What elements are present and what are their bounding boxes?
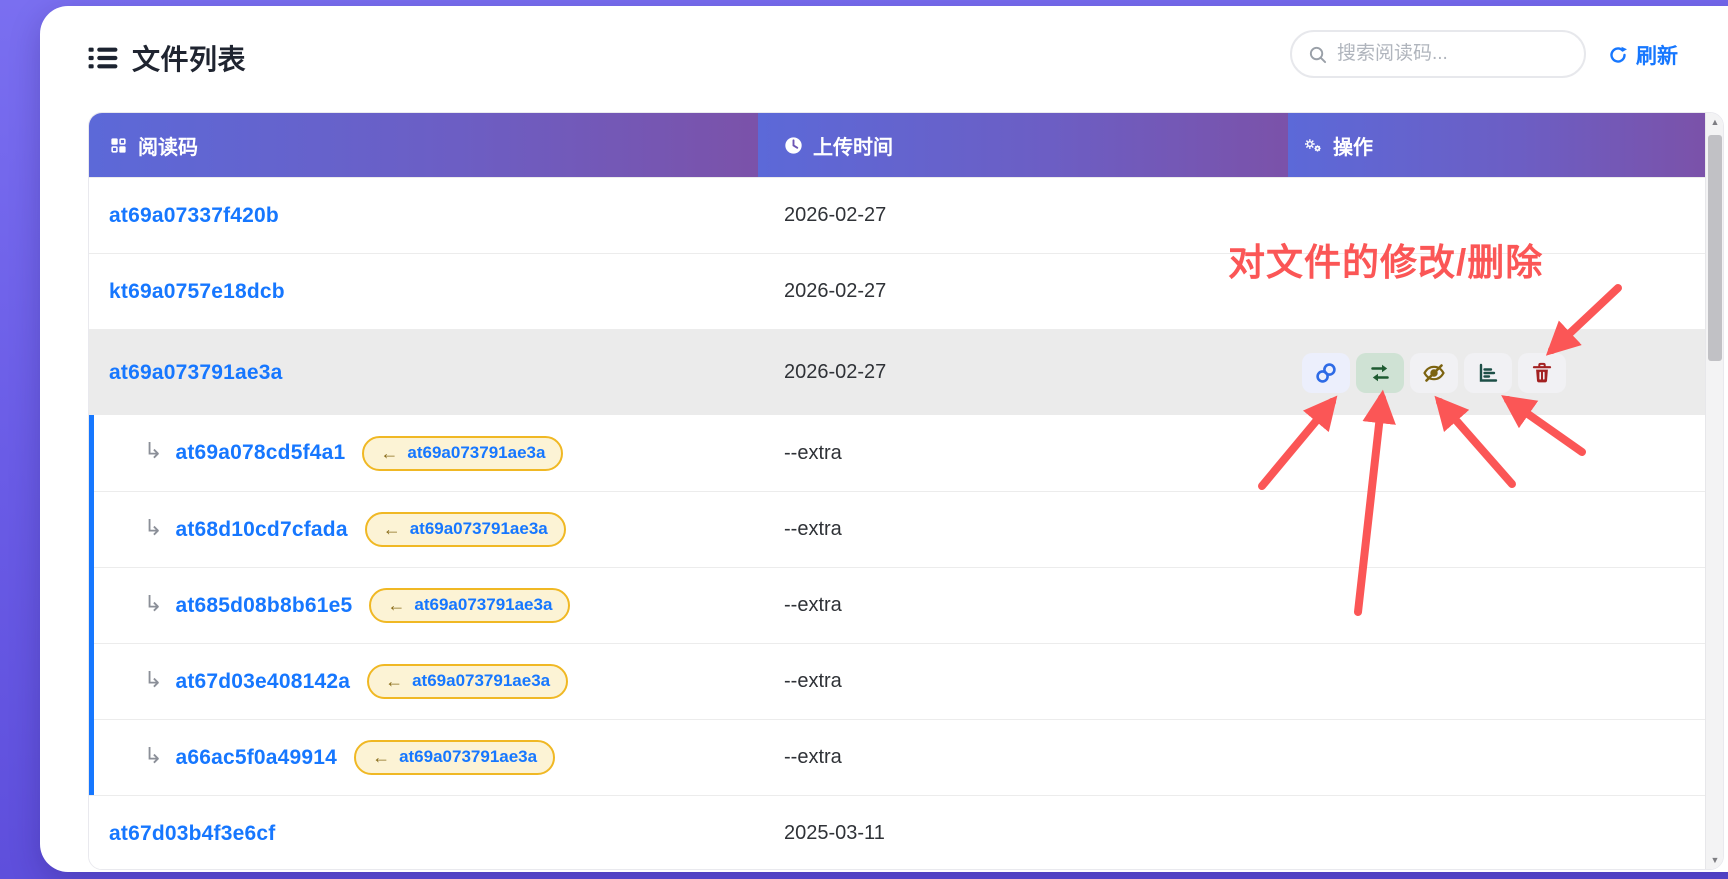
back-arrow-icon: ←: [372, 748, 390, 766]
swap-action-button[interactable]: [1356, 353, 1404, 393]
table-row-child[interactable]: ↳ at685d08b8b61e5 ← at69a073791ae3a --ex…: [94, 567, 1705, 643]
stats-action-button[interactable]: [1464, 353, 1512, 393]
search-box: [1290, 30, 1586, 78]
back-arrow-icon: ←: [387, 596, 405, 614]
search-icon: [1308, 45, 1327, 64]
child-arrow-icon: ↳: [144, 440, 162, 462]
reading-code-link[interactable]: at68d10cd7cfada: [175, 518, 347, 542]
table-row-parent-highlighted[interactable]: at69a073791ae3a 2026-02-27: [89, 329, 1705, 415]
link-icon: [1314, 361, 1338, 385]
table-row-child[interactable]: ↳ at67d03e408142a ← at69a073791ae3a --ex…: [94, 643, 1705, 719]
parent-code-badge: ← at69a073791ae3a: [369, 588, 570, 623]
upload-time: 2026-02-27: [758, 204, 1288, 227]
file-table: 阅读码 上传时间 操作: [88, 112, 1724, 870]
upload-time: --extra: [758, 442, 1288, 465]
scroll-down-arrow[interactable]: ▼: [1706, 851, 1724, 869]
annotation-text: 对文件的修改/删除: [1228, 232, 1543, 286]
parent-code: at69a073791ae3a: [410, 519, 548, 539]
table-row-child[interactable]: ↳ a66ac5f0a49914 ← at69a073791ae3a --ext…: [94, 719, 1705, 795]
swap-arrows-icon: [1368, 361, 1392, 385]
parent-code-badge: ← at69a073791ae3a: [362, 436, 563, 471]
reading-code-link[interactable]: at69a07337f420b: [109, 204, 279, 228]
delete-action-button[interactable]: [1518, 353, 1566, 393]
upload-time: --extra: [758, 670, 1288, 693]
page-title-row: 文件列表: [88, 38, 246, 78]
trash-icon: [1530, 361, 1554, 385]
row-actions: [1302, 353, 1566, 393]
upload-time: 2025-03-11: [758, 822, 1288, 845]
parent-code: at69a073791ae3a: [399, 747, 537, 767]
parent-code-badge: ← at69a073791ae3a: [354, 740, 555, 775]
parent-code: at69a073791ae3a: [414, 595, 552, 615]
reading-code-link[interactable]: at69a073791ae3a: [109, 361, 283, 385]
refresh-icon: [1608, 45, 1628, 65]
back-arrow-icon: ←: [380, 444, 398, 462]
table-row-child[interactable]: ↳ at68d10cd7cfada ← at69a073791ae3a --ex…: [94, 491, 1705, 567]
search-input[interactable]: [1337, 43, 1568, 65]
scrollbar-thumb[interactable]: [1708, 135, 1722, 361]
upload-time: 2026-02-27: [758, 361, 1288, 384]
child-rows-group: ↳ at69a078cd5f4a1 ← at69a073791ae3a --ex…: [89, 415, 1705, 795]
parent-code: at69a073791ae3a: [407, 443, 545, 463]
clock-icon: [784, 136, 803, 155]
hide-action-button[interactable]: [1410, 353, 1458, 393]
reading-code-link[interactable]: at685d08b8b61e5: [175, 594, 352, 618]
column-header-code: 阅读码: [89, 113, 758, 177]
parent-code-badge: ← at69a073791ae3a: [365, 512, 566, 547]
upload-time: --extra: [758, 746, 1288, 769]
parent-code: at69a073791ae3a: [412, 671, 550, 691]
vertical-scrollbar: ▲ ▼: [1705, 113, 1723, 869]
page: 文件列表 刷新 阅读码: [0, 0, 1728, 879]
link-action-button[interactable]: [1302, 353, 1350, 393]
parent-code-badge: ← at69a073791ae3a: [367, 664, 568, 699]
qr-code-icon: [109, 136, 128, 155]
child-arrow-icon: ↳: [144, 669, 162, 691]
reading-code-link[interactable]: at67d03e408142a: [175, 670, 350, 694]
upload-time: --extra: [758, 594, 1288, 617]
child-arrow-icon: ↳: [144, 593, 162, 615]
table-row-child[interactable]: ↳ at69a078cd5f4a1 ← at69a073791ae3a --ex…: [94, 415, 1705, 491]
eye-off-icon: [1422, 361, 1446, 385]
gears-icon: [1304, 136, 1323, 155]
table-row-parent[interactable]: at67d03b4f3e6cf 2025-03-11: [89, 795, 1705, 870]
refresh-button[interactable]: 刷新: [1608, 40, 1678, 70]
child-arrow-icon: ↳: [144, 745, 162, 767]
back-arrow-icon: ←: [383, 520, 401, 538]
child-arrow-icon: ↳: [144, 517, 162, 539]
scroll-up-arrow[interactable]: ▲: [1706, 113, 1724, 131]
column-header-time: 上传时间: [758, 113, 1288, 177]
reading-code-link[interactable]: a66ac5f0a49914: [175, 746, 337, 770]
reading-code-link[interactable]: at69a078cd5f4a1: [175, 441, 345, 465]
bar-chart-icon: [1476, 361, 1500, 385]
list-icon: [88, 45, 118, 71]
column-header-operations: 操作: [1288, 113, 1705, 177]
back-arrow-icon: ←: [385, 672, 403, 690]
upload-time: 2026-02-27: [758, 280, 1288, 303]
table-header: 阅读码 上传时间 操作: [89, 113, 1705, 177]
upload-time: --extra: [758, 518, 1288, 541]
reading-code-link[interactable]: kt69a0757e18dcb: [109, 280, 285, 304]
page-title: 文件列表: [132, 38, 246, 78]
reading-code-link[interactable]: at67d03b4f3e6cf: [109, 822, 275, 846]
refresh-label: 刷新: [1636, 40, 1678, 70]
